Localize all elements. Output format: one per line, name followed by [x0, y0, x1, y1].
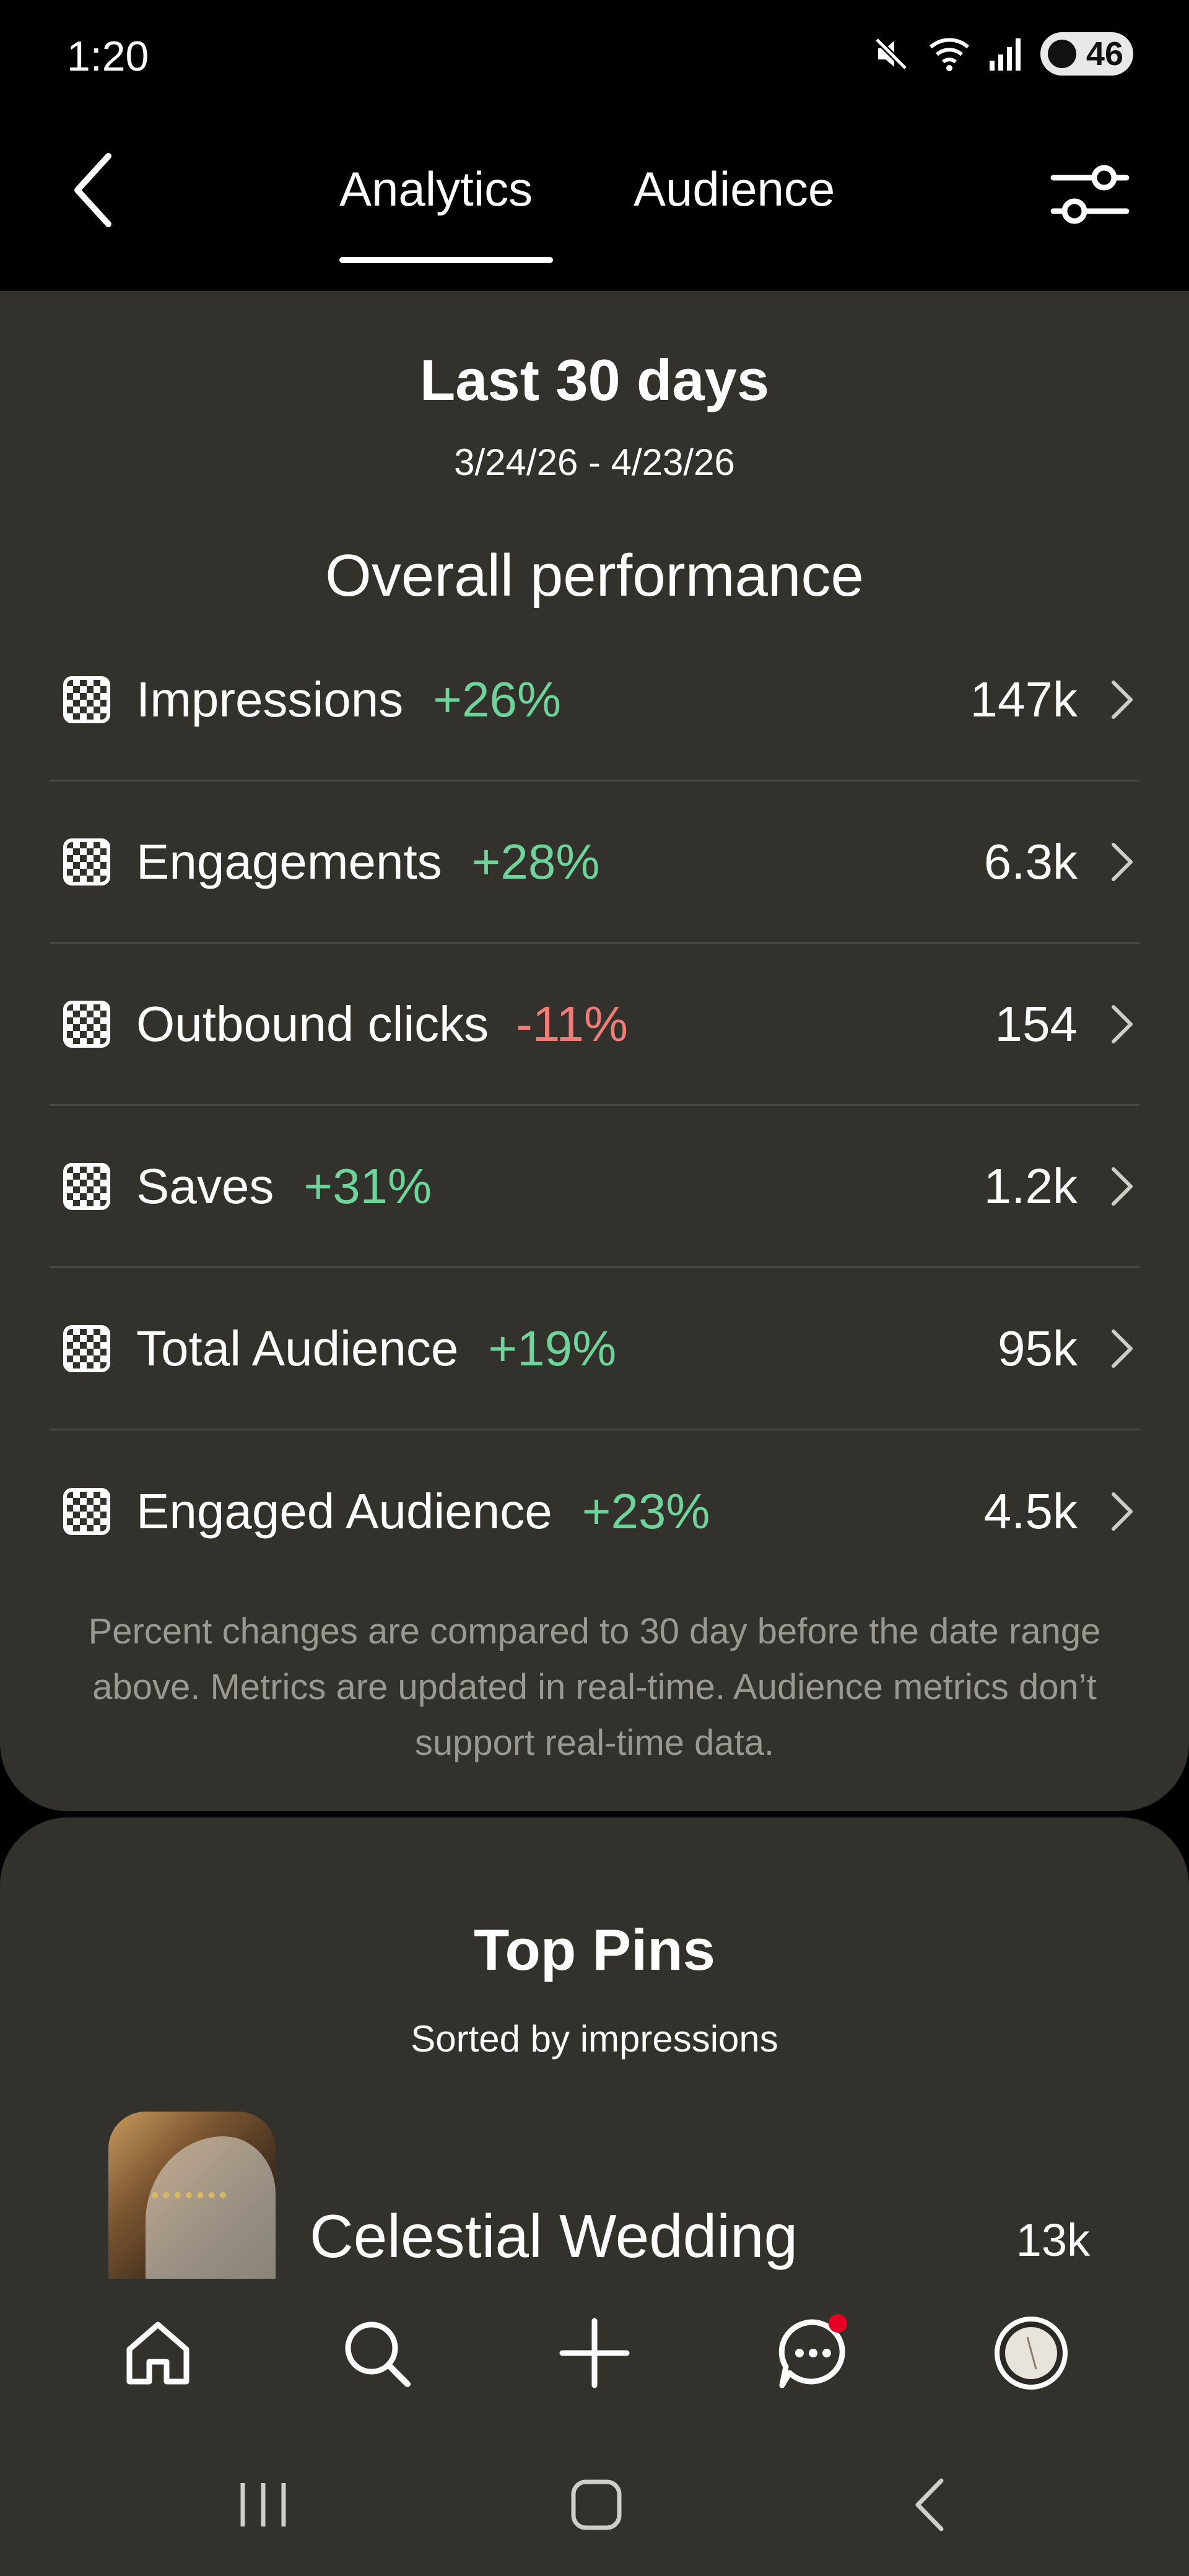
metric-row-outbound-clicks[interactable]: Outbound clicks -11% 154	[50, 944, 1139, 1106]
date-range: 3/24/26 - 4/23/26	[454, 442, 735, 483]
nav-messages-button[interactable]	[773, 2313, 853, 2393]
chevron-right-icon	[1112, 842, 1133, 881]
metric-icon	[63, 676, 110, 723]
nav-create-button[interactable]	[554, 2313, 635, 2393]
filter-icon	[1050, 165, 1130, 224]
system-home-icon[interactable]	[562, 2471, 630, 2539]
chevron-right-icon	[1112, 1167, 1133, 1206]
top-pins-title: Top Pins	[474, 1917, 715, 1982]
power-saving-icon	[1048, 40, 1076, 68]
system-back-icon[interactable]	[898, 2471, 966, 2539]
metric-row-total-audience[interactable]: Total Audience +19% 95k	[50, 1268, 1139, 1430]
pin-image-crown	[152, 2192, 226, 2211]
bottom-nav	[0, 2279, 1189, 2427]
chevron-right-icon	[1112, 1004, 1133, 1043]
filter-button[interactable]	[1050, 158, 1130, 232]
profile-icon	[995, 2317, 1068, 2390]
nav-profile-button[interactable]	[991, 2313, 1071, 2393]
metric-value: 6.3k	[983, 833, 1078, 889]
metric-change: -11%	[516, 996, 629, 1051]
plus-icon	[559, 2318, 630, 2388]
chevron-right-icon	[1112, 680, 1133, 719]
metric-change: +23%	[581, 1484, 710, 1539]
metric-label: Engagements	[136, 833, 442, 889]
metric-row-saves[interactable]: Saves +31% 1.2k	[50, 1106, 1139, 1268]
metric-value: 95k	[998, 1320, 1078, 1376]
metric-value: 147k	[970, 671, 1078, 727]
performance-note: Percent changes are compared to 30 day b…	[88, 1611, 1101, 1763]
metric-row-impressions[interactable]: Impressions +26% 147k	[50, 619, 1139, 781]
metric-label: Impressions	[136, 671, 404, 727]
metric-icon	[63, 1162, 110, 1210]
metric-value: 1.2k	[983, 1158, 1078, 1214]
metric-icon	[63, 838, 110, 886]
period-title: Last 30 days	[419, 347, 770, 412]
header: Analytics Audience	[0, 111, 1189, 291]
metric-change: +28%	[471, 833, 600, 889]
search-icon	[345, 2321, 411, 2387]
notification-dot	[829, 2314, 847, 2333]
metric-row-engagements[interactable]: Engagements +28% 6.3k	[50, 781, 1139, 944]
pin-thumbnail[interactable]	[108, 2112, 276, 2279]
battery-level: 46	[1086, 35, 1123, 72]
chevron-right-icon	[1112, 1329, 1133, 1368]
mute-icon	[872, 35, 910, 73]
tab-audience[interactable]: Audience	[634, 161, 835, 217]
metric-change: +19%	[488, 1320, 617, 1376]
recent-apps-icon[interactable]	[229, 2471, 297, 2539]
metric-row-engaged-audience[interactable]: Engaged Audience +23% 4.5k	[50, 1430, 1139, 1593]
metric-icon	[63, 1000, 110, 1048]
metric-change: +26%	[433, 671, 562, 727]
metric-icon	[63, 1488, 110, 1535]
status-bar: 1:20 46	[0, 0, 1189, 111]
metric-value: 154	[995, 996, 1078, 1051]
overall-performance-title: Overall performance	[325, 542, 864, 609]
status-icons: 46	[872, 32, 1133, 76]
metric-value: 4.5k	[983, 1484, 1078, 1539]
metric-icon	[63, 1325, 110, 1372]
pin-impressions: 13k	[1016, 2214, 1090, 2266]
metric-label: Engaged Audience	[136, 1484, 552, 1539]
wifi-icon	[928, 35, 971, 73]
nav-home-button[interactable]	[118, 2313, 198, 2393]
tab-analytics[interactable]: Analytics	[339, 161, 533, 217]
metric-label: Outbound clicks	[136, 996, 489, 1051]
metric-label: Saves	[136, 1158, 274, 1214]
back-icon	[74, 153, 111, 227]
metric-change: +31%	[303, 1158, 432, 1214]
battery-icon: 46	[1040, 32, 1133, 76]
chevron-right-icon	[1112, 1492, 1133, 1531]
selected-tab-indicator	[339, 257, 553, 263]
pin-title[interactable]: Celestial Wedding	[310, 2201, 798, 2271]
home-icon	[126, 2321, 189, 2385]
nav-search-button[interactable]	[336, 2313, 417, 2393]
back-button[interactable]	[65, 150, 127, 230]
status-time: 1:20	[67, 33, 149, 80]
top-pins-subtitle: Sorted by impressions	[411, 2018, 778, 2060]
metric-label: Total Audience	[136, 1320, 459, 1376]
system-nav-bar	[0, 2427, 1189, 2576]
signal-icon	[988, 35, 1023, 73]
